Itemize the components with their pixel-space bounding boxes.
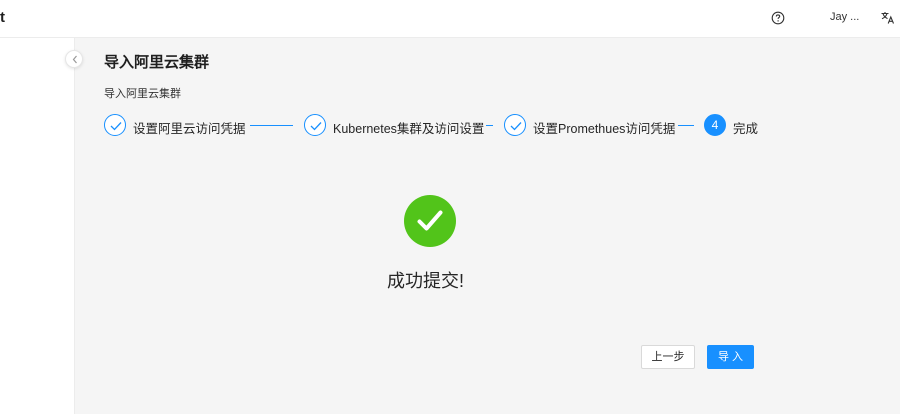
translate-icon[interactable]	[880, 10, 895, 25]
top-header: t Jay ...	[0, 0, 900, 38]
check-icon	[110, 122, 122, 131]
step-1-done-indicator	[104, 114, 126, 136]
step-3-label: 设置Promethues访问凭据	[533, 122, 676, 136]
sidebar-collapse-button[interactable]	[65, 50, 83, 68]
success-check-icon	[404, 195, 456, 247]
sidebar	[0, 38, 75, 414]
check-icon	[310, 122, 322, 131]
import-button[interactable]: 导 入	[707, 345, 754, 369]
step-connector-2	[486, 125, 493, 126]
step-3-done-indicator	[504, 114, 526, 136]
step-4-label: 完成	[733, 122, 759, 136]
step-4-active-indicator: 4	[704, 114, 726, 136]
check-icon	[417, 210, 443, 231]
step-1-label: 设置阿里云访问凭据	[133, 122, 246, 136]
main-content: 导入阿里云集群 导入阿里云集群 设置阿里云访问凭据 Kubernetes集群及访…	[75, 38, 900, 414]
step-connector-3	[678, 125, 694, 126]
check-icon	[510, 122, 522, 131]
success-message: 成功提交!	[387, 271, 465, 291]
chevron-left-icon	[72, 55, 77, 64]
user-menu[interactable]: Jay ...	[830, 11, 859, 23]
step-2-done-indicator	[304, 114, 326, 136]
help-circle-icon[interactable]	[771, 11, 785, 25]
breadcrumb: 导入阿里云集群	[104, 88, 181, 100]
step-2-label: Kubernetes集群及访问设置	[333, 122, 485, 136]
prev-step-button[interactable]: 上一步	[641, 345, 695, 369]
brand-logo[interactable]: t	[0, 9, 5, 26]
step-connector-1	[250, 125, 293, 126]
page-title: 导入阿里云集群	[104, 54, 210, 71]
